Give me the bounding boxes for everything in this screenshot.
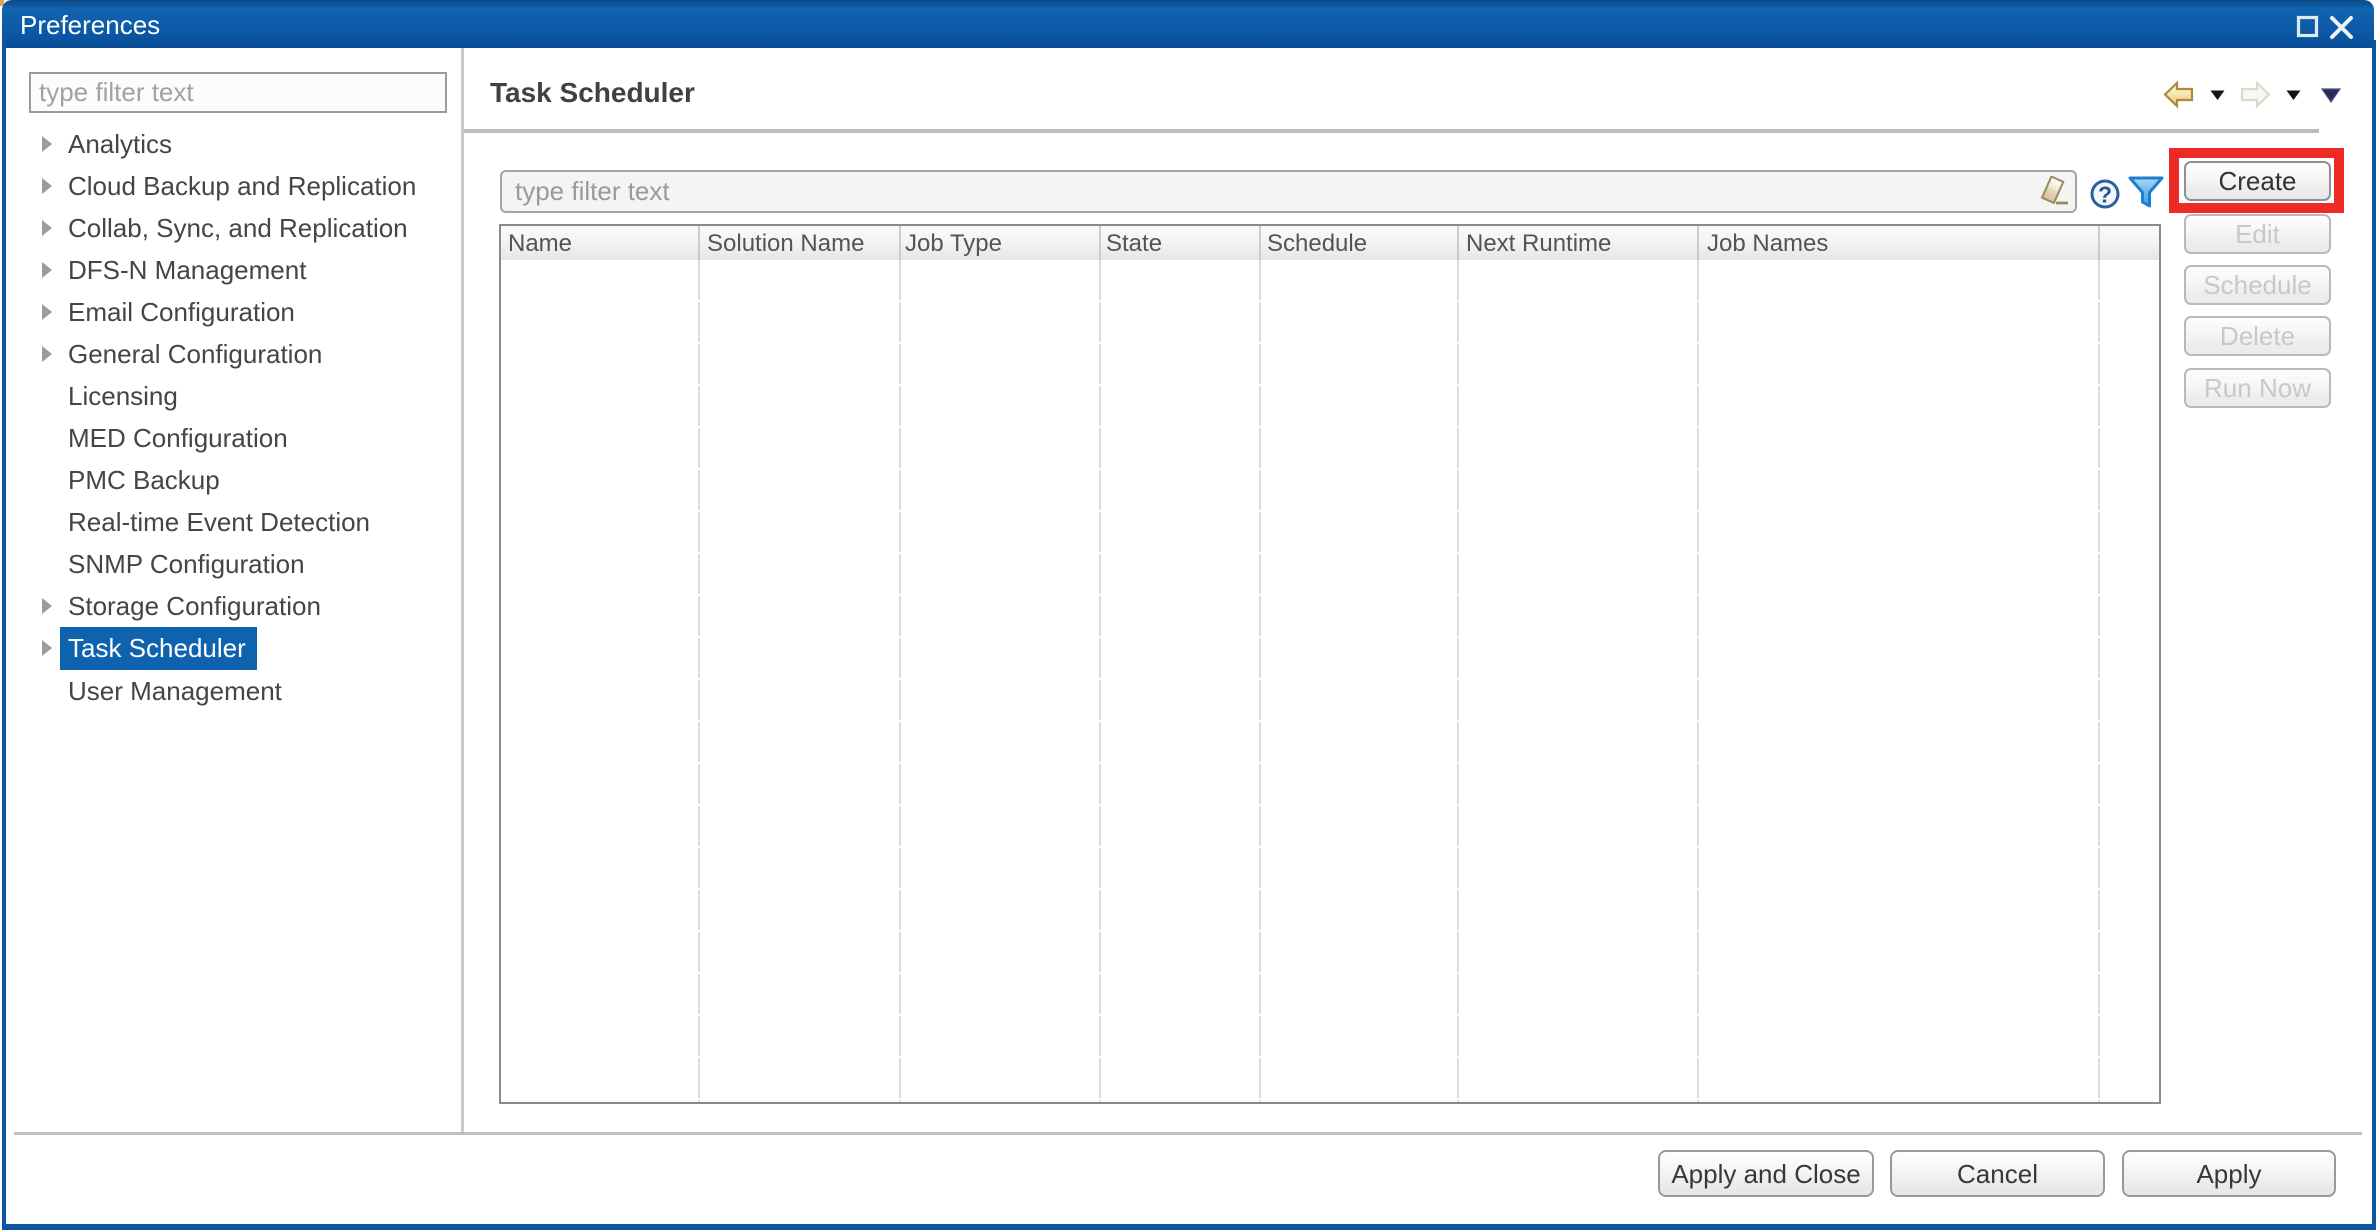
svg-text:?: ? <box>2098 182 2112 208</box>
